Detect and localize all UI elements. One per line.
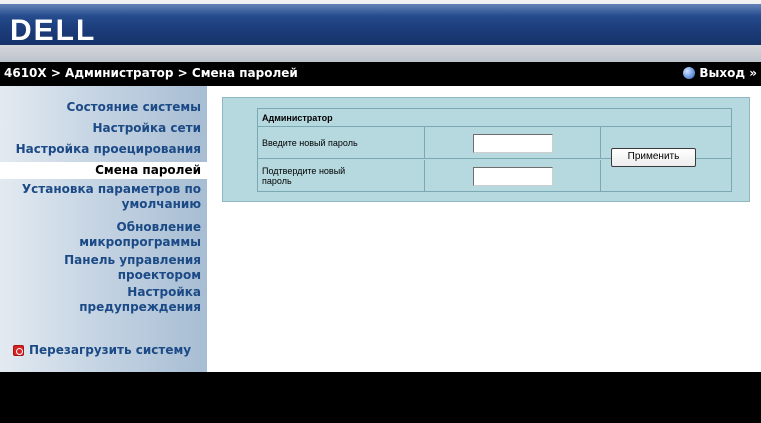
- svg-text:DELL: DELL: [10, 14, 96, 45]
- sidebar-item-firmware-update[interactable]: Обновление микропрограммы: [79, 220, 201, 250]
- new-password-input[interactable]: [473, 134, 553, 153]
- sidebar-item-label-line1: Обновление: [116, 220, 201, 234]
- sidebar-item-network-settings[interactable]: Настройка сети: [93, 121, 202, 136]
- main-content: Администратор Введите новый пароль Подтв…: [207, 86, 761, 372]
- sidebar-item-label-line2: микропрограммы: [79, 235, 201, 249]
- sidebar-item-projector-control-panel[interactable]: Панель управления проектором: [64, 253, 201, 283]
- logout-icon: [683, 67, 696, 79]
- logout-link[interactable]: Выход »: [683, 66, 757, 80]
- confirm-password-label-line2: пароль: [262, 175, 292, 186]
- confirm-password-cell: [425, 160, 601, 191]
- sidebar-item-label: Настройка проецирования: [15, 142, 201, 156]
- breadcrumb-bar: 4610X > Администратор > Смена паролей Вы…: [0, 62, 761, 86]
- sidebar-item-label-line1: Настройка: [127, 285, 201, 299]
- dell-logo: DELL: [10, 14, 96, 45]
- confirm-password-label: Подтвердите новый пароль: [258, 160, 425, 191]
- sidebar-item-default-settings[interactable]: Установка параметров по умолчанию: [22, 182, 201, 212]
- sidebar: Состояние системы Настройка сети Настрой…: [0, 86, 207, 372]
- password-form-table: Администратор Введите новый пароль Подтв…: [257, 108, 732, 192]
- sidebar-item-label-line1: Установка параметров по: [21, 182, 201, 196]
- sidebar-item-alert-settings[interactable]: Настройка предупреждения: [79, 285, 201, 315]
- sidebar-item-label: Настройка сети: [92, 121, 202, 135]
- sidebar-item-change-password[interactable]: Смена паролей: [0, 162, 207, 179]
- password-panel: Администратор Введите новый пароль Подтв…: [222, 97, 750, 202]
- sidebar-item-label: Состояние системы: [66, 100, 201, 114]
- reboot-system-link[interactable]: Перезагрузить систему: [13, 343, 191, 357]
- logo-bar: DELL: [0, 4, 761, 45]
- logout-label: Выход »: [699, 66, 757, 80]
- sidebar-item-label: Смена паролей: [95, 163, 201, 177]
- reboot-label: Перезагрузить систему: [29, 343, 192, 357]
- footer: [0, 372, 761, 423]
- power-icon: [13, 344, 24, 356]
- form-title: Администратор: [258, 109, 731, 127]
- confirm-password-input[interactable]: [473, 167, 553, 186]
- sidebar-item-label-line2: проектором: [117, 268, 201, 282]
- apply-button[interactable]: Применить: [611, 148, 696, 167]
- new-password-cell: [425, 127, 601, 158]
- new-password-label: Введите новый пароль: [258, 127, 425, 158]
- sidebar-item-label-line2: умолчанию: [121, 197, 201, 211]
- header: DELL: [0, 0, 761, 62]
- breadcrumb: 4610X > Администратор > Смена паролей: [4, 66, 298, 80]
- sidebar-item-label-line2: предупреждения: [79, 300, 201, 314]
- confirm-password-label-line1: Подтвердите новый: [262, 165, 346, 176]
- sidebar-item-projection-settings[interactable]: Настройка проецирования: [16, 142, 201, 157]
- sidebar-item-label-line1: Панель управления: [64, 253, 201, 267]
- sidebar-item-system-status[interactable]: Состояние системы: [67, 100, 201, 115]
